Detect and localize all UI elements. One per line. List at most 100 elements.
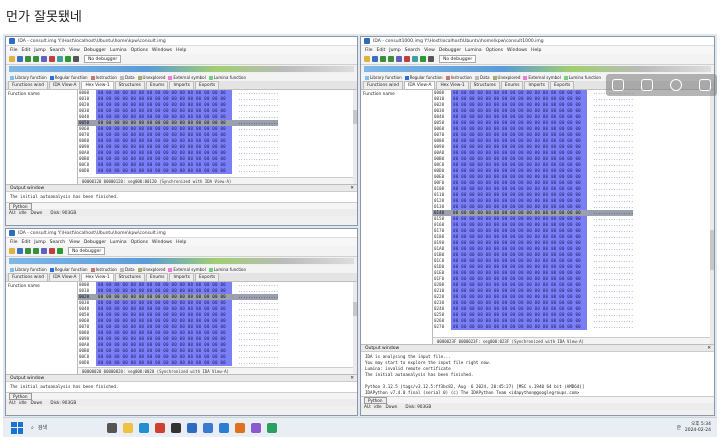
- run-icon[interactable]: [57, 248, 63, 254]
- download-icon[interactable]: [670, 79, 683, 91]
- tab-functions[interactable]: Functions wind: [8, 273, 49, 281]
- save-icon[interactable]: [372, 56, 378, 62]
- chat-icon[interactable]: [611, 79, 624, 91]
- ida-window-1[interactable]: IDA - consult.img Y:\Host\localhost\Ubun…: [5, 36, 358, 226]
- debugger-select[interactable]: No debugger: [84, 55, 122, 63]
- menu-options[interactable]: Options: [131, 48, 148, 53]
- forward-icon[interactable]: [33, 56, 39, 62]
- close-icon[interactable]: ✕: [350, 376, 354, 381]
- tab-hex-view[interactable]: Hex View-1: [436, 81, 469, 89]
- tab-imports[interactable]: Imports: [169, 273, 194, 281]
- tab-exports[interactable]: Exports: [194, 81, 220, 89]
- tab-hex-view[interactable]: Hex View-1: [81, 81, 114, 89]
- menu-options[interactable]: Options: [486, 48, 503, 53]
- window-title-bar[interactable]: IDA - consult.img Y:\Host\localhost\Ubun…: [6, 229, 357, 238]
- app-icon-3[interactable]: [267, 422, 278, 433]
- menu-search[interactable]: Search: [405, 48, 420, 53]
- explorer-icon[interactable]: [123, 422, 134, 433]
- tab-ida-view[interactable]: IDA View-A: [404, 81, 436, 89]
- windows-start-icon[interactable]: [11, 421, 23, 434]
- tab-enums[interactable]: Enums: [500, 81, 524, 89]
- open-icon[interactable]: [364, 56, 370, 62]
- open-icon[interactable]: [9, 56, 15, 62]
- open-icon[interactable]: [9, 248, 15, 254]
- tab-structures[interactable]: Structures: [114, 273, 145, 281]
- close-icon[interactable]: ✕: [350, 186, 354, 191]
- menu-edit[interactable]: Edit: [377, 48, 386, 53]
- terminal-icon[interactable]: [171, 422, 182, 433]
- scrollbar[interactable]: [353, 282, 357, 374]
- menu-file[interactable]: File: [10, 48, 18, 53]
- input-language[interactable]: 한: [677, 425, 681, 431]
- menu-windows[interactable]: Windows: [507, 48, 527, 53]
- ida-window-3[interactable]: IDA - consult.img Y:\Host\localhost\Ubun…: [5, 228, 358, 416]
- menu-help[interactable]: Help: [176, 240, 186, 245]
- app-icon[interactable]: [235, 422, 246, 433]
- menu-search[interactable]: Search: [50, 240, 65, 245]
- menu-lumina[interactable]: Lumina: [110, 48, 127, 53]
- navigation-band[interactable]: [9, 66, 354, 72]
- menu-help[interactable]: Help: [176, 48, 186, 53]
- menu-debugger[interactable]: Debugger: [84, 240, 106, 245]
- tab-structures[interactable]: Structures: [469, 81, 500, 89]
- data-icon[interactable]: [412, 56, 418, 62]
- edge-icon[interactable]: [139, 422, 150, 433]
- debugger-select[interactable]: No debugger: [439, 55, 477, 63]
- forward-icon[interactable]: [388, 56, 394, 62]
- data-icon[interactable]: [57, 56, 63, 62]
- menu-options[interactable]: Options: [131, 240, 148, 245]
- window-title-bar[interactable]: IDA - consult.img Y:\Host\localhost\Ubun…: [6, 37, 357, 46]
- menu-windows[interactable]: Windows: [152, 48, 172, 53]
- menu-edit[interactable]: Edit: [22, 240, 31, 245]
- run-icon[interactable]: [65, 56, 71, 62]
- functions-pane[interactable]: Function name: [6, 90, 78, 184]
- back-icon[interactable]: [380, 56, 386, 62]
- hex-view[interactable]: 0000 00 00 00 00 00 00 00 00 00 00 00 00 …: [78, 90, 357, 184]
- menu-debugger[interactable]: Debugger: [84, 48, 106, 53]
- navigation-band[interactable]: [364, 66, 711, 72]
- menu-search[interactable]: Search: [50, 48, 65, 53]
- functions-pane[interactable]: Function name: [6, 282, 78, 374]
- close-icon[interactable]: ✕: [707, 346, 711, 351]
- tab-ida-view[interactable]: IDA View-A: [49, 81, 81, 89]
- menu-edit[interactable]: Edit: [22, 48, 31, 53]
- code-icon[interactable]: [49, 248, 55, 254]
- hex-row[interactable]: 0270 00 00 00 00 00 00 00 00 00 00 00 00 …: [433, 324, 714, 330]
- clock[interactable]: 오후 5:34 2024-02-24: [685, 422, 711, 434]
- menu-lumina[interactable]: Lumina: [465, 48, 482, 53]
- search-icon[interactable]: [396, 56, 402, 62]
- tab-enums[interactable]: Enums: [145, 81, 169, 89]
- debugger-select[interactable]: No debugger: [68, 247, 106, 255]
- scrollbar[interactable]: [710, 90, 714, 344]
- vscode-icon[interactable]: [219, 422, 230, 433]
- tab-imports[interactable]: Imports: [169, 81, 194, 89]
- menu-lumina[interactable]: Lumina: [110, 240, 127, 245]
- hex-row[interactable]: 00D0 00 00 00 00 00 00 00 00 00 00 00 00 …: [78, 360, 357, 366]
- stop-icon[interactable]: [428, 56, 434, 62]
- run-icon[interactable]: [420, 56, 426, 62]
- tab-exports[interactable]: Exports: [549, 81, 575, 89]
- menu-view[interactable]: View: [424, 48, 435, 53]
- code-icon[interactable]: [49, 56, 55, 62]
- back-icon[interactable]: [25, 56, 31, 62]
- tab-hex-view[interactable]: Hex View-1: [81, 273, 114, 281]
- tab-functions[interactable]: Functions wind: [363, 81, 404, 89]
- tab-structures[interactable]: Structures: [114, 81, 145, 89]
- scrollbar[interactable]: [353, 90, 357, 184]
- forward-icon[interactable]: [33, 248, 39, 254]
- app-icon-2[interactable]: [251, 422, 262, 433]
- taskbar-search[interactable]: ⌕ 검색: [31, 424, 47, 432]
- menu-help[interactable]: Help: [531, 48, 541, 53]
- chrome-icon[interactable]: [155, 422, 166, 433]
- tab-enums[interactable]: Enums: [145, 273, 169, 281]
- hex-row[interactable]: 00D0 00 00 00 00 00 00 00 00 00 00 00 00 …: [78, 168, 357, 174]
- search-icon[interactable]: [41, 248, 47, 254]
- menu-jump[interactable]: Jump: [389, 48, 400, 53]
- tab-functions[interactable]: Functions wind: [8, 81, 49, 89]
- task-view-icon[interactable]: [107, 422, 118, 433]
- tab-imports[interactable]: Imports: [524, 81, 549, 89]
- ida-taskbar-icon[interactable]: [187, 422, 198, 433]
- window-title-bar[interactable]: IDA - consult1000.img Y:\Host\localhost\…: [361, 37, 714, 46]
- screen-icon[interactable]: [640, 79, 653, 91]
- search-icon[interactable]: [41, 56, 47, 62]
